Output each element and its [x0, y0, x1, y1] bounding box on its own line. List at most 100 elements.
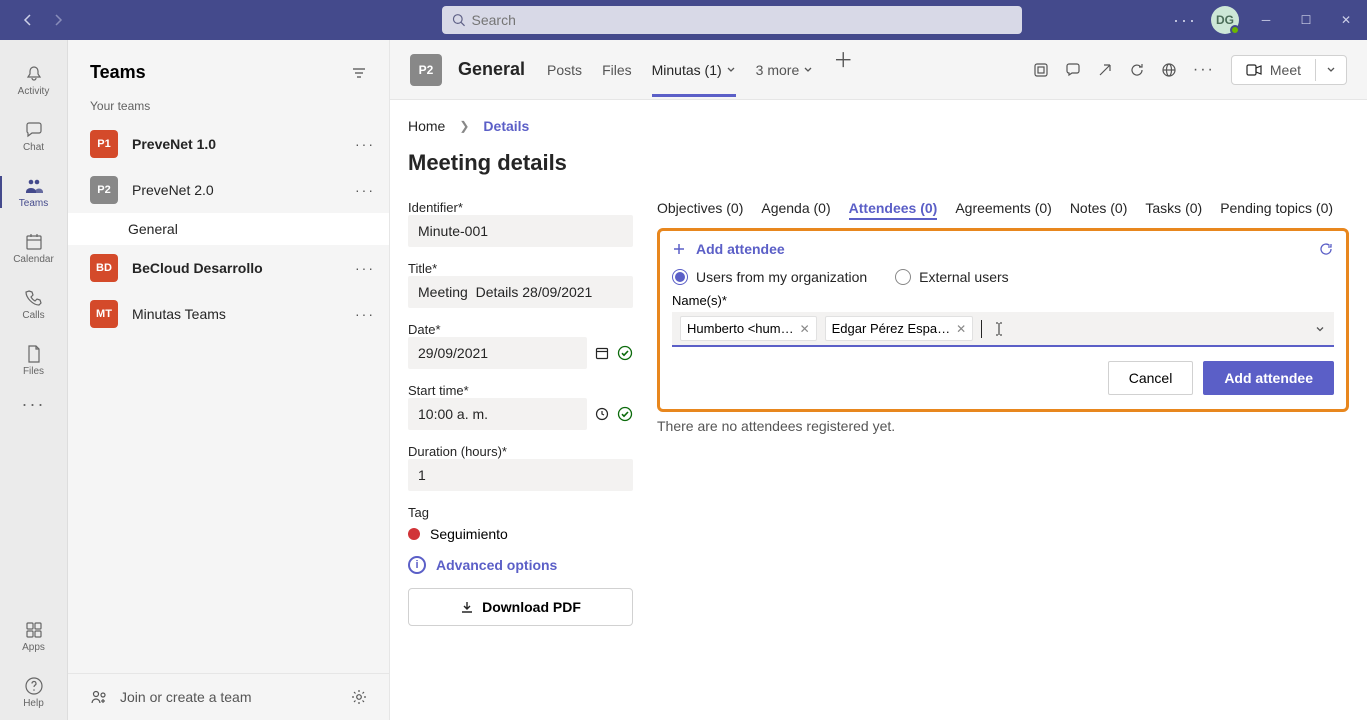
start-time-field[interactable]: [408, 398, 587, 430]
radio-org-users[interactable]: Users from my organization: [672, 269, 867, 285]
detail-tab-objectives[interactable]: Objectives (0): [657, 200, 743, 220]
breadcrumb-details[interactable]: Details: [483, 118, 529, 134]
channel-general[interactable]: General: [68, 213, 389, 245]
chip-remove-button[interactable]: ✕: [800, 322, 810, 336]
rail-label: Calls: [22, 310, 44, 321]
team-more-button[interactable]: ···: [355, 182, 375, 198]
rail-label: Teams: [19, 198, 48, 209]
cancel-button[interactable]: Cancel: [1108, 361, 1194, 395]
conversation-icon[interactable]: [1065, 62, 1081, 78]
user-avatar[interactable]: DG: [1211, 6, 1239, 34]
tab-posts[interactable]: Posts: [547, 44, 582, 96]
team-more-button[interactable]: ···: [355, 136, 375, 152]
add-attendee-label: Add attendee: [696, 241, 785, 257]
rail-label: Calendar: [13, 254, 54, 265]
rail-calendar[interactable]: Calendar: [0, 220, 67, 276]
people-chip: Edgar Pérez Espa… ✕: [825, 316, 974, 341]
teams-section-label: Your teams: [68, 93, 389, 121]
team-prevenet2[interactable]: P2 PreveNet 2.0 ···: [68, 167, 389, 213]
rail-chat[interactable]: Chat: [0, 108, 67, 164]
calendar-picker-icon[interactable]: [595, 346, 609, 360]
team-label: BeCloud Desarrollo: [132, 260, 341, 276]
text-cursor: [981, 320, 982, 338]
window-minimize-button[interactable]: ─: [1253, 13, 1279, 27]
names-people-picker[interactable]: Humberto <hum… ✕ Edgar Pérez Espa… ✕: [672, 312, 1334, 347]
global-search[interactable]: [442, 6, 1022, 34]
breadcrumb-home[interactable]: Home: [408, 118, 445, 134]
titlebar-more-button[interactable]: ···: [1173, 10, 1197, 31]
advanced-options-link[interactable]: i Advanced options: [408, 556, 633, 574]
picker-dropdown-button[interactable]: [1314, 323, 1326, 335]
identifier-field[interactable]: [408, 215, 633, 247]
app-icon[interactable]: [1033, 62, 1049, 78]
filter-button[interactable]: [351, 65, 367, 81]
help-icon: [24, 676, 44, 696]
meet-caret[interactable]: [1315, 59, 1346, 81]
tab-minutas[interactable]: Minutas (1): [652, 44, 736, 96]
nav-back-button[interactable]: [14, 6, 42, 34]
rail-files[interactable]: Files: [0, 332, 67, 388]
date-field[interactable]: [408, 337, 587, 369]
radio-indicator: [895, 269, 911, 285]
detail-tab-attendees[interactable]: Attendees (0): [849, 200, 938, 220]
team-more-button[interactable]: ···: [355, 260, 375, 276]
nav-forward-button[interactable]: [44, 6, 72, 34]
radio-label: External users: [919, 269, 1008, 285]
detail-tab-notes[interactable]: Notes (0): [1070, 200, 1128, 220]
chat-icon: [24, 120, 44, 140]
presence-indicator: [1230, 25, 1240, 35]
settings-button[interactable]: [351, 689, 367, 705]
empty-state-text: There are no attendees registered yet.: [657, 418, 1349, 434]
meet-button[interactable]: Meet: [1231, 55, 1347, 85]
window-close-button[interactable]: ✕: [1333, 13, 1359, 27]
search-input[interactable]: [472, 12, 1012, 28]
rail-apps[interactable]: Apps: [0, 608, 67, 664]
download-label: Download PDF: [482, 599, 581, 615]
detail-tab-pending[interactable]: Pending topics (0): [1220, 200, 1333, 220]
radio-external-users[interactable]: External users: [895, 269, 1008, 285]
meet-label: Meet: [1270, 62, 1301, 78]
duration-field[interactable]: [408, 459, 633, 491]
detail-tab-agreements[interactable]: Agreements (0): [955, 200, 1051, 220]
date-label: Date*: [408, 322, 633, 337]
refresh-button[interactable]: [1318, 241, 1334, 257]
rail-label: Activity: [18, 86, 50, 97]
rail-activity[interactable]: Activity: [0, 52, 67, 108]
tab-minutas-label: Minutas (1): [652, 62, 722, 78]
title-field[interactable]: [408, 276, 633, 308]
team-more-button[interactable]: ···: [355, 306, 375, 322]
channel-more-button[interactable]: ···: [1193, 61, 1215, 79]
add-attendee-link[interactable]: Add attendee: [672, 241, 1318, 257]
team-prevenet1[interactable]: P1 PreveNet 1.0 ···: [68, 121, 389, 167]
download-pdf-button[interactable]: Download PDF: [408, 588, 633, 626]
apps-icon: [24, 620, 44, 640]
team-becloud[interactable]: BD BeCloud Desarrollo ···: [68, 245, 389, 291]
chevron-down-icon: [726, 65, 736, 75]
reload-icon[interactable]: [1129, 62, 1145, 78]
detail-tab-agenda[interactable]: Agenda (0): [761, 200, 830, 220]
add-tab-button[interactable]: ＋: [833, 44, 853, 96]
join-create-link[interactable]: Join or create a team: [120, 689, 252, 705]
clock-icon[interactable]: [595, 407, 609, 421]
detail-tabs: Objectives (0) Agenda (0) Attendees (0) …: [657, 200, 1349, 220]
tag-label: Tag: [408, 505, 633, 520]
chevron-right-icon: ❯: [459, 119, 469, 133]
detail-tab-tasks[interactable]: Tasks (0): [1145, 200, 1202, 220]
identifier-label: Identifier*: [408, 200, 633, 215]
globe-icon[interactable]: [1161, 62, 1177, 78]
rail-teams[interactable]: Teams: [0, 164, 67, 220]
names-label: Name(s)*: [672, 293, 1334, 308]
team-label: Minutas Teams: [132, 306, 341, 322]
popout-icon[interactable]: [1097, 62, 1113, 78]
add-attendee-button[interactable]: Add attendee: [1203, 361, 1334, 395]
tab-more[interactable]: 3 more: [756, 44, 814, 96]
chip-remove-button[interactable]: ✕: [956, 322, 966, 336]
rail-label: Files: [23, 366, 44, 377]
team-minutas[interactable]: MT Minutas Teams ···: [68, 291, 389, 337]
window-maximize-button[interactable]: ☐: [1293, 13, 1319, 27]
tab-files[interactable]: Files: [602, 44, 632, 96]
rail-more-button[interactable]: ···: [22, 394, 46, 415]
rail-calls[interactable]: Calls: [0, 276, 67, 332]
phone-icon: [24, 288, 44, 308]
rail-help[interactable]: Help: [0, 664, 67, 720]
